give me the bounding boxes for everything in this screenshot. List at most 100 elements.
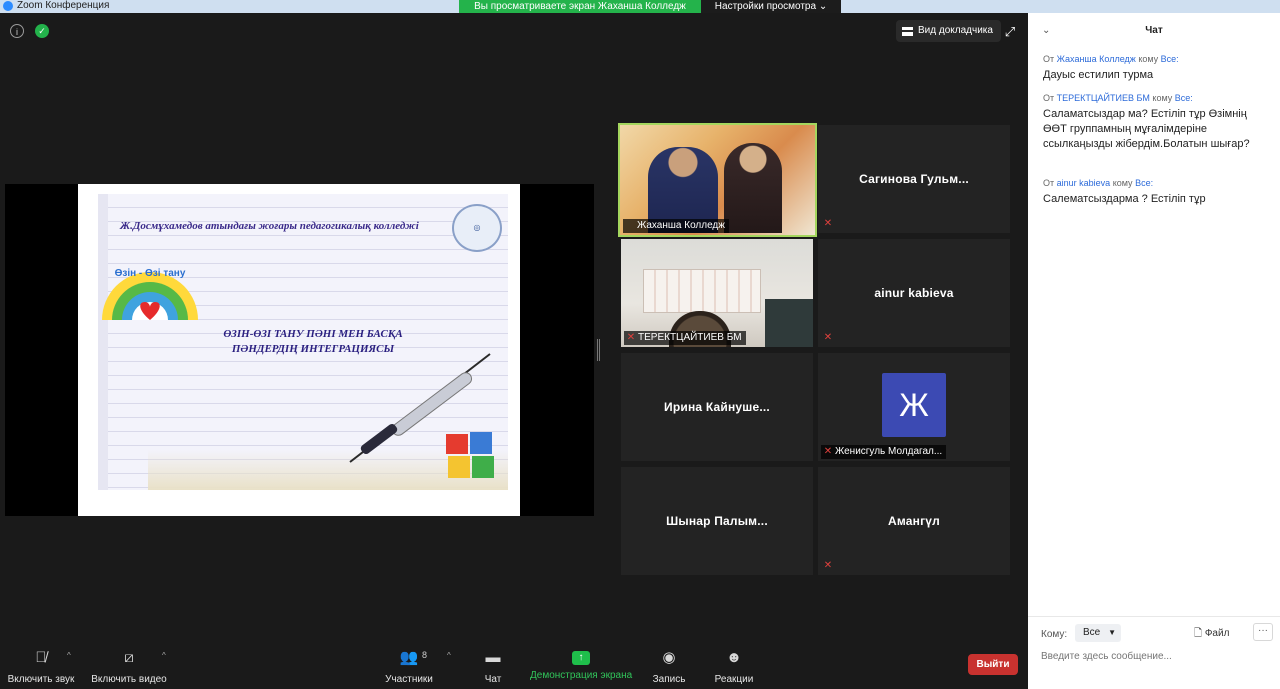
participants-count: 8 (422, 650, 428, 660)
meeting-area: i ✓ Вид докладчика ⤢ Ж.Досмұхамедов атын… (0, 13, 1028, 643)
chat-to-prefix: кому (1112, 178, 1133, 188)
recipient-label: Кому: (1041, 629, 1068, 640)
chat-panel: ⌄ Чат От Жаханша Колледж кому Все: Дауыс… (1028, 13, 1280, 689)
participant-tile[interactable]: Амангүл ✕ (818, 467, 1010, 575)
chat-composer: Кому: Все ▼ 🗋 Файл ··· (1028, 616, 1280, 689)
security-shield-icon[interactable]: ✓ (35, 24, 49, 38)
college-emblem-icon: ◎ (452, 204, 502, 252)
chevron-down-icon: ▼ (1108, 628, 1116, 637)
wall-board (643, 269, 761, 313)
title-bar: Zoom Конференция Вы просматриваете экран… (0, 0, 1280, 13)
participant-name: ainur kabieva (874, 286, 954, 300)
share-screen-icon: ↑ (572, 651, 590, 665)
reactions-button[interactable]: ☻ Реакции (712, 643, 756, 689)
chat-recipient: Все: (1174, 93, 1193, 103)
participant-name-tag: ✕ ТЕРЕКТЦАЙТИЕВ БМ (624, 331, 746, 345)
chat-from-prefix: От (1043, 93, 1055, 103)
room-window (765, 299, 813, 347)
muted-mic-icon: ✕ (823, 332, 833, 343)
participant-name: Амангүл (887, 514, 940, 528)
start-video-label: Включить видео (91, 674, 167, 685)
muted-mic-icon: ✕ (823, 446, 833, 457)
participant-name-tag: ✕ Женисгуль Молдагал... (821, 445, 947, 459)
self-knowledge-logo: Өзін - Өзі тану (102, 268, 198, 320)
participants-icon: 👥 (399, 649, 419, 666)
reactions-label: Реакции (714, 674, 754, 685)
file-label: Файл (1204, 628, 1230, 639)
chat-message: От Жаханша Колледж кому Все: Дауыс естил… (1043, 53, 1268, 83)
participant-tile[interactable]: Жаханша Колледж 🎙 (618, 123, 817, 237)
participants-options-caret-icon[interactable]: ^ (447, 651, 451, 660)
audio-options-caret-icon[interactable]: ^ (67, 651, 71, 660)
chat-message-meta: От ainur kabieva кому Все: (1043, 177, 1268, 189)
participant-tile[interactable]: Ирина Кайнуше... (621, 353, 813, 461)
chat-message-text: Салематсыздарма ? Естіліп тұр (1043, 193, 1206, 205)
info-icon[interactable]: i (10, 24, 24, 38)
record-icon: ◉ (662, 649, 676, 666)
chat-from-prefix: От (1043, 178, 1055, 188)
participants-button[interactable]: 👥 Участники (382, 643, 436, 689)
participant-tile[interactable]: ✕ ТЕРЕКТЦАЙТИЕВ БМ (621, 239, 813, 347)
chat-recipient: Все: (1135, 178, 1154, 188)
muted-mic-icon: ✕ (626, 332, 636, 343)
more-options-button[interactable]: ··· (1253, 623, 1273, 641)
fullscreen-icon[interactable]: ⤢ (1003, 25, 1017, 39)
chat-header: ⌄ Чат (1028, 13, 1280, 49)
puzzle-graphic (446, 432, 494, 478)
muted-mic-icon: ✕ (823, 560, 833, 571)
share-screen-button[interactable]: ↑ Демонстрация экрана (530, 643, 632, 689)
chat-message-input[interactable] (1041, 648, 1267, 664)
participant-tile[interactable]: Шынар Палым... (621, 467, 813, 575)
unmute-label: Включить звук (7, 674, 75, 685)
chat-message-text: Дауыс естилип турма (1043, 69, 1154, 81)
chat-recipient: Все: (1160, 54, 1179, 64)
record-label: Запись (652, 674, 686, 685)
record-button[interactable]: ◉ Запись (650, 643, 688, 689)
window-title: Zoom Конференция (17, 0, 110, 11)
view-settings-button[interactable]: Настройки просмотра ⌄ (701, 0, 841, 13)
meeting-toolbar: 🎙̸ Включить звук ^ ⧄ Включить видео ^ 👥 … (0, 643, 1028, 689)
chat-to-prefix: кому (1152, 93, 1173, 103)
chat-title: Чат (1145, 25, 1163, 36)
participant-tile[interactable]: Ж ✕ Женисгуль Молдагал... (818, 353, 1010, 461)
shared-screen: Ж.Досмұхамедов атындағы жоғары педагогик… (5, 184, 594, 516)
panel-splitter-handle[interactable] (597, 339, 600, 361)
participant-figure (724, 143, 782, 233)
chat-sender[interactable]: ТЕРЕКТЦАЙТИЕВ БМ (1057, 93, 1150, 103)
zoom-window: Zoom Конференция Вы просматриваете экран… (0, 0, 1280, 689)
chat-message-meta: От Жаханша Колледж кому Все: (1043, 53, 1268, 65)
muted-mic-icon: ✕ (823, 218, 833, 229)
share-screen-label: Демонстрация экрана (530, 670, 633, 681)
muted-mic-icon: 🎙̸ (35, 649, 47, 666)
slide-college-name: Ж.Досмұхамедов атындағы жоғары педагогик… (120, 220, 419, 232)
participants-label: Участники (385, 674, 433, 685)
participant-tile[interactable]: Сагинова Гульм... ✕ (818, 125, 1010, 233)
unmute-button[interactable]: 🎙̸ Включить звук (6, 643, 76, 689)
start-video-button[interactable]: ⧄ Включить видео (90, 643, 168, 689)
speaker-view-label: Вид докладчика (918, 25, 993, 36)
chat-message-text: Саламатсыздар ма? Естіліп тұр Өзімнің ӨӨ… (1043, 108, 1250, 150)
participant-name: Шынар Палым... (666, 514, 768, 528)
chat-bubble-icon: ▬ (485, 649, 501, 666)
chat-label: Чат (484, 674, 502, 685)
chat-button[interactable]: ▬ Чат (478, 643, 508, 689)
file-button[interactable]: 🗋 Файл (1194, 626, 1229, 643)
recipient-value: Все (1083, 627, 1101, 638)
chat-message: От ТЕРЕКТЦАЙТИЕВ БМ кому Все: Саламатсыз… (1043, 92, 1268, 152)
file-icon: 🗋 (1194, 628, 1203, 639)
reaction-smiley-icon: ☻ (726, 649, 742, 666)
screen-share-banner: Вы просматриваете экран Жаханша Колледж (459, 0, 701, 13)
video-options-caret-icon[interactable]: ^ (162, 651, 166, 660)
participant-name: Женисгуль Молдагал... (835, 446, 943, 457)
chat-from-prefix: От (1043, 54, 1055, 64)
recipient-select[interactable]: Все ▼ (1075, 624, 1121, 642)
zoom-logo-icon (3, 1, 13, 11)
speaker-view-button[interactable]: Вид докладчика (896, 20, 1001, 42)
leave-meeting-button[interactable]: Выйти (968, 654, 1018, 675)
participant-tile[interactable]: ainur kabieva ✕ (818, 239, 1010, 347)
video-off-icon: ⧄ (124, 649, 134, 666)
chat-sender[interactable]: ainur kabieva (1057, 178, 1111, 188)
participant-name: Жаханша Колледж (637, 220, 725, 231)
chat-sender[interactable]: Жаханша Колледж (1057, 54, 1136, 64)
participant-name: Ирина Кайнуше... (664, 400, 770, 414)
